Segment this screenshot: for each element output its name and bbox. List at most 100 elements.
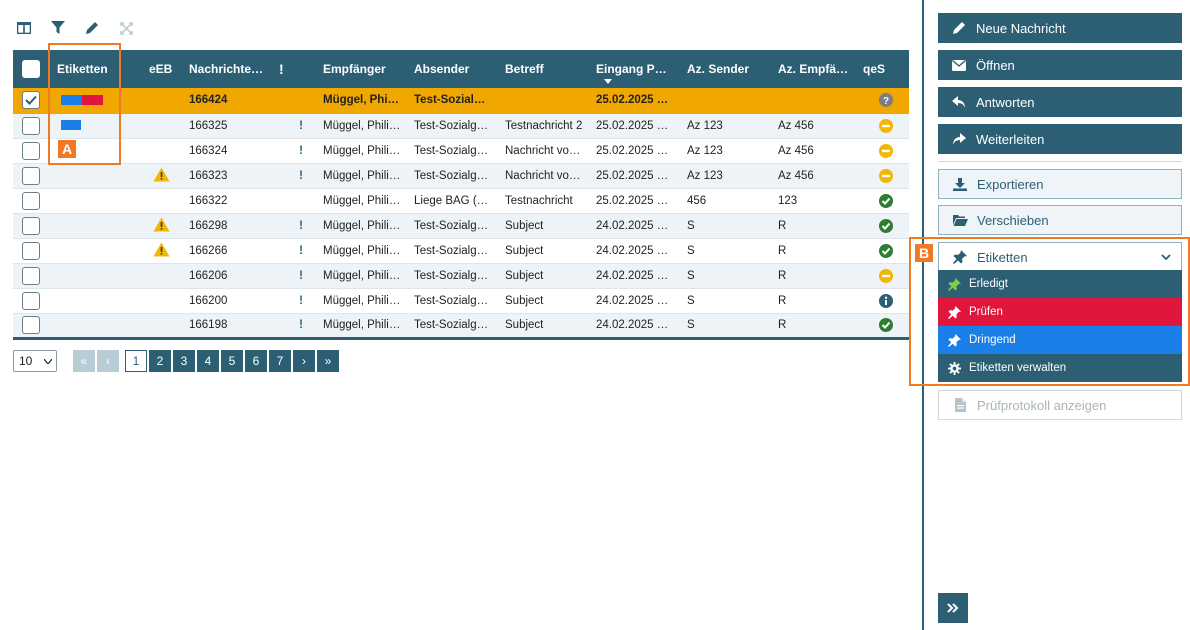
row-message-number: 166198 bbox=[183, 313, 279, 340]
gear-icon bbox=[946, 360, 962, 376]
new-message-button[interactable]: Neue Nachricht bbox=[938, 13, 1182, 43]
row-message-number: 166324 bbox=[183, 138, 279, 164]
svg-text:?: ? bbox=[883, 96, 889, 107]
table-row[interactable]: 166298! Müggel, Phili… Test-Sozialg… Subjec… bbox=[13, 213, 909, 239]
label-option-dringend[interactable]: Dringend bbox=[938, 326, 1182, 354]
reply-button[interactable]: Antworten bbox=[938, 87, 1182, 117]
column-prioritaet[interactable]: ! bbox=[279, 50, 317, 88]
table-row[interactable]: 166323! Müggel, Phili… Test-Sozialg… Nachri… bbox=[13, 163, 909, 189]
row-qes-status bbox=[863, 163, 909, 189]
column-empfaenger[interactable]: Empfänger bbox=[317, 50, 408, 88]
row-az-sender bbox=[681, 88, 772, 114]
row-checkbox[interactable] bbox=[13, 188, 51, 214]
row-subject: Subject bbox=[499, 213, 590, 239]
row-message-number: 166200 bbox=[183, 288, 279, 314]
expand-panel-button[interactable] bbox=[938, 593, 968, 623]
page-button[interactable]: 6 bbox=[245, 350, 267, 372]
row-labels bbox=[51, 263, 139, 289]
table-row[interactable]: 166206! Müggel, Phili… Test-Sozialg… Subjec… bbox=[13, 263, 909, 289]
row-labels bbox=[51, 213, 139, 239]
warning-icon bbox=[153, 242, 170, 257]
label-option-erledigt[interactable]: Erledigt bbox=[938, 270, 1182, 298]
labels-dropdown[interactable]: Etiketten bbox=[938, 242, 1182, 272]
row-checkbox[interactable] bbox=[13, 238, 51, 264]
page-button[interactable]: 3 bbox=[173, 350, 195, 372]
row-checkbox[interactable] bbox=[13, 88, 51, 114]
table-row[interactable]: 166325! Müggel, Phili… Test-Sozialg… Testna… bbox=[13, 113, 909, 139]
column-nachrichten-nr[interactable]: Nachrichte… bbox=[183, 50, 279, 88]
row-priority: ! bbox=[279, 238, 317, 264]
manage-labels-option[interactable]: Etiketten verwalten bbox=[938, 354, 1182, 382]
row-message-number: 166325 bbox=[183, 113, 279, 139]
page-button[interactable]: 7 bbox=[269, 350, 291, 372]
row-checkbox[interactable] bbox=[13, 263, 51, 289]
row-priority bbox=[279, 88, 317, 114]
select-all-checkbox[interactable] bbox=[13, 50, 51, 88]
table-row[interactable]: 166200! Müggel, Phili… Test-Sozialg… Subjec… bbox=[13, 288, 909, 314]
row-checkbox[interactable] bbox=[13, 213, 51, 239]
column-etiketten[interactable]: Etiketten bbox=[51, 50, 139, 88]
label-option-pruefen[interactable]: Prüfen bbox=[938, 298, 1182, 326]
row-checkbox[interactable] bbox=[13, 288, 51, 314]
next-page-button[interactable]: › bbox=[293, 350, 315, 372]
columns-icon[interactable] bbox=[14, 18, 34, 38]
row-recipient: Müggel, Phi… bbox=[317, 88, 408, 114]
row-eeb-status bbox=[139, 213, 183, 239]
row-az-recipient: Az 456 bbox=[772, 163, 863, 189]
row-recipient: Müggel, Phili… bbox=[317, 238, 408, 264]
row-received: 24.02.2025 … bbox=[590, 313, 681, 340]
column-az-empfaenger[interactable]: Az. Empfä… bbox=[772, 50, 863, 88]
row-checkbox[interactable] bbox=[13, 113, 51, 139]
row-labels bbox=[51, 113, 139, 139]
table-row[interactable]: 166266! Müggel, Phili… Test-Sozialg… Subjec… bbox=[13, 238, 909, 264]
label-tag bbox=[82, 95, 103, 106]
column-eingang[interactable]: Eingang P… bbox=[590, 50, 681, 88]
pencil-icon[interactable] bbox=[82, 18, 102, 38]
label-tag bbox=[61, 120, 81, 131]
column-qes[interactable]: qeS bbox=[863, 50, 909, 88]
table-header-row: Etiketten eEB Nachrichte… ! Empfänger Ab… bbox=[13, 50, 909, 88]
row-checkbox[interactable] bbox=[13, 163, 51, 189]
filter-icon[interactable] bbox=[48, 18, 68, 38]
row-checkbox[interactable] bbox=[13, 138, 51, 164]
first-page-button[interactable]: « bbox=[73, 350, 95, 372]
table-row[interactable]: 166198! Müggel, Phili… Test-Sozialg… Subjec… bbox=[13, 313, 909, 340]
column-eeb[interactable]: eEB bbox=[139, 50, 183, 88]
row-az-recipient: Az 456 bbox=[772, 113, 863, 139]
row-message-number: 166206 bbox=[183, 263, 279, 289]
row-checkbox[interactable] bbox=[13, 313, 51, 340]
show-audit-log-button: Prüfprotokoll anzeigen bbox=[938, 390, 1182, 420]
table-row[interactable]: 166322 Müggel, Phili… Liege BAG (… Testnach… bbox=[13, 188, 909, 214]
table-row[interactable]: 166424 Müggel, Phi… Test-Sozial… 25.02.2025… bbox=[13, 88, 909, 114]
folder-open-icon bbox=[951, 211, 969, 229]
row-az-recipient: 123 bbox=[772, 188, 863, 214]
row-az-sender: Az 123 bbox=[681, 113, 772, 139]
row-labels bbox=[51, 188, 139, 214]
last-page-button[interactable]: » bbox=[317, 350, 339, 372]
page-button[interactable]: 5 bbox=[221, 350, 243, 372]
menu-item-label: Etiketten verwalten bbox=[969, 362, 1067, 374]
move-label: Verschieben bbox=[977, 212, 1049, 228]
row-sender: Test-Sozialg… bbox=[408, 288, 499, 314]
page-button[interactable]: 4 bbox=[197, 350, 219, 372]
move-button[interactable]: Verschieben bbox=[938, 205, 1182, 235]
open-button[interactable]: Öffnen bbox=[938, 50, 1182, 80]
row-eeb-status bbox=[139, 263, 183, 289]
column-az-sender[interactable]: Az. Sender bbox=[681, 50, 772, 88]
export-button[interactable]: Exportieren bbox=[938, 169, 1182, 199]
row-sender: Test-Sozialg… bbox=[408, 163, 499, 189]
page-button[interactable]: 2 bbox=[149, 350, 171, 372]
menu-item-label: Dringend bbox=[969, 334, 1016, 346]
row-az-recipient: R bbox=[772, 213, 863, 239]
page-button[interactable]: 1 bbox=[125, 350, 147, 372]
column-absender[interactable]: Absender bbox=[408, 50, 499, 88]
page-size-select[interactable]: 10 bbox=[13, 350, 57, 372]
row-labels bbox=[51, 288, 139, 314]
column-betreff[interactable]: Betreff bbox=[499, 50, 590, 88]
document-icon bbox=[951, 396, 969, 414]
forward-button[interactable]: Weiterleiten bbox=[938, 124, 1182, 154]
prev-page-button[interactable]: ‹ bbox=[97, 350, 119, 372]
table-row[interactable]: 166324! Müggel, Phili… Test-Sozialg… Nachri… bbox=[13, 138, 909, 164]
row-message-number: 166322 bbox=[183, 188, 279, 214]
row-labels bbox=[51, 238, 139, 264]
